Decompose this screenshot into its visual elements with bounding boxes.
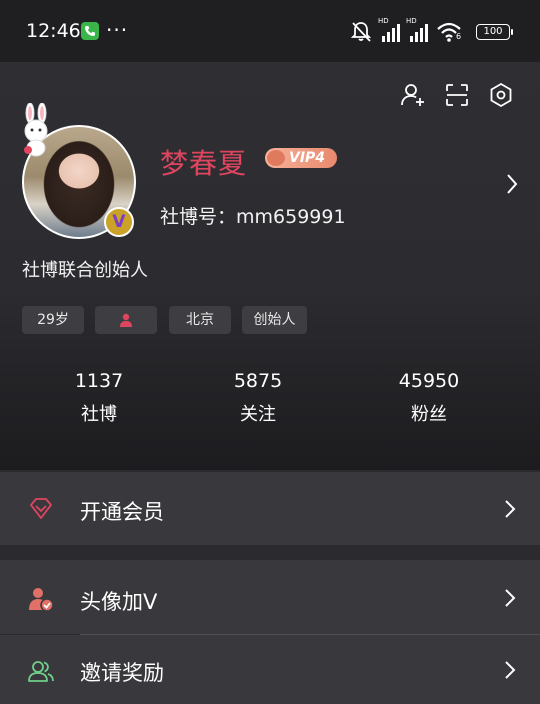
menu-row-membership[interactable]: 开通会员 bbox=[0, 472, 540, 545]
stat-value: 5875 bbox=[233, 370, 283, 392]
stat-value: 1137 bbox=[74, 370, 124, 392]
stat-followers[interactable]: 45950 粉丝 bbox=[369, 370, 489, 426]
top-toolbar bbox=[400, 82, 520, 108]
diamond-icon bbox=[30, 498, 52, 519]
tag-city: 北京 bbox=[169, 306, 231, 334]
signal-hd-label: HD bbox=[406, 17, 417, 25]
chevron-right-icon bbox=[505, 500, 516, 518]
tag-gender bbox=[95, 306, 157, 334]
profile-stats: 1137 社博 5875 关注 45950 粉丝 bbox=[0, 370, 540, 430]
chevron-right-icon bbox=[505, 661, 516, 679]
profile-header: V 梦春夏 VIP4 社博号：mm659991 社博联合创始人 29岁 北京 创… bbox=[0, 62, 540, 470]
scan-icon[interactable] bbox=[444, 82, 470, 108]
rabbit-sticker-icon bbox=[24, 103, 48, 157]
call-icon bbox=[81, 22, 99, 40]
user-verified-icon bbox=[29, 588, 54, 612]
menu-label: 头像加V bbox=[80, 590, 158, 614]
verified-badge-letter: V bbox=[112, 212, 126, 232]
avatar[interactable]: V bbox=[22, 103, 136, 239]
stat-value: 45950 bbox=[398, 370, 460, 392]
status-time: 12:46 bbox=[26, 20, 81, 42]
status-indicators: HD HD 6 100 bbox=[350, 17, 513, 44]
menu-row-invite[interactable]: 邀请奖励 bbox=[0, 635, 540, 704]
user-id: 社博号：mm659991 bbox=[160, 206, 346, 228]
verified-badge: V bbox=[104, 207, 134, 237]
users-icon bbox=[28, 661, 54, 682]
person-icon bbox=[120, 313, 132, 327]
tag-age: 29岁 bbox=[22, 306, 84, 334]
bio: 社博联合创始人 bbox=[22, 260, 148, 281]
mute-icon bbox=[350, 22, 372, 42]
nickname: 梦春夏 bbox=[160, 147, 248, 180]
menu-row-avatar-v[interactable]: 头像加V bbox=[0, 560, 540, 634]
stat-label: 粉丝 bbox=[411, 404, 447, 425]
vip-level: VIP4 bbox=[289, 150, 326, 166]
status-bar: 12:46 ··· HD HD 6 100 bbox=[0, 0, 540, 62]
chevron-right-icon bbox=[505, 589, 516, 607]
signal-hd-label: HD bbox=[378, 17, 389, 25]
stat-label: 社博 bbox=[81, 404, 117, 425]
profile-chevron-icon[interactable] bbox=[504, 172, 520, 196]
stat-following[interactable]: 5875 关注 bbox=[198, 370, 318, 426]
status-more-dots: ··· bbox=[106, 18, 129, 42]
vip-crown-icon bbox=[267, 150, 285, 166]
add-friend-icon[interactable] bbox=[400, 82, 426, 108]
wifi-6-label: 6 bbox=[456, 32, 462, 41]
vip-badge: VIP4 bbox=[265, 148, 337, 168]
stat-label: 关注 bbox=[240, 404, 276, 425]
menu-label: 开通会员 bbox=[80, 500, 164, 524]
stat-posts[interactable]: 1137 社博 bbox=[39, 370, 159, 426]
tag-title: 创始人 bbox=[242, 306, 307, 334]
menu-label: 邀请奖励 bbox=[80, 661, 164, 685]
battery-icon: 100 bbox=[476, 24, 513, 40]
settings-icon[interactable] bbox=[488, 82, 514, 108]
